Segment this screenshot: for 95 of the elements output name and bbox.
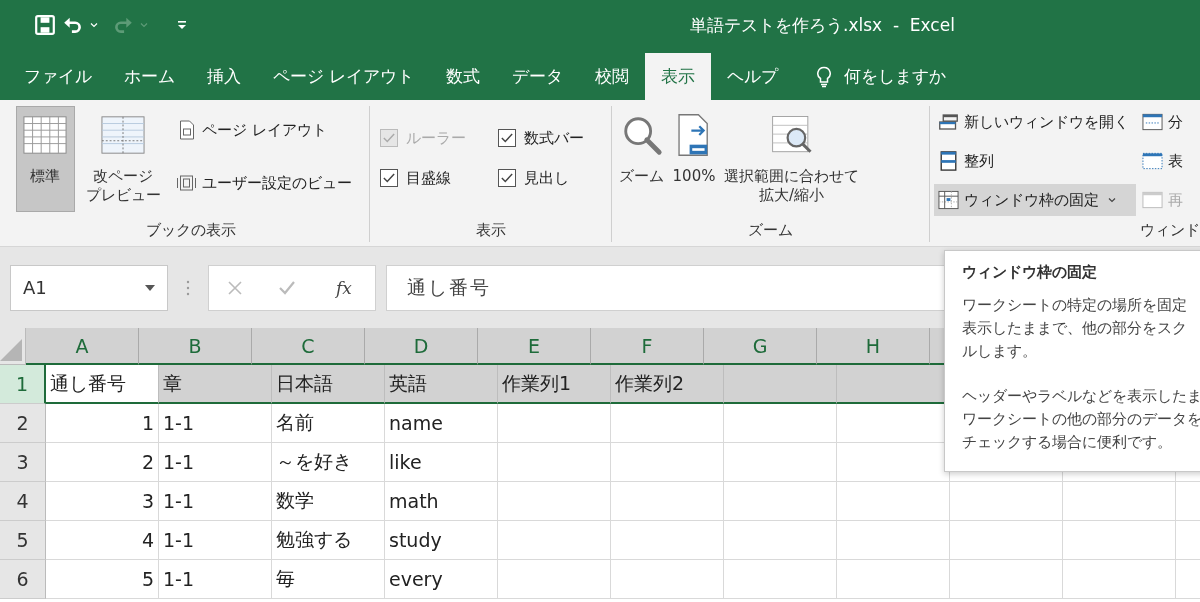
window-title: 単語テストを作ろう.xlsx - Excel <box>690 13 955 37</box>
column-header[interactable]: F <box>591 328 704 365</box>
checkbox-label[interactable]: 見出し <box>523 168 569 188</box>
window-icon <box>1142 112 1163 132</box>
tooltip-title: ウィンドウ枠の固定 <box>962 263 1098 282</box>
group-label: 表示 <box>474 221 507 241</box>
ribbon-command[interactable]: ウィンドウ枠の固定 <box>934 184 1136 216</box>
row-header[interactable]: 4 <box>0 482 46 521</box>
ribbon-tab[interactable]: データ <box>496 53 580 100</box>
table-cell: like <box>385 443 498 482</box>
row-header[interactable]: 5 <box>0 521 46 560</box>
table-cell: every <box>385 560 498 599</box>
checkbox[interactable] <box>497 129 516 147</box>
table-cell: 数学 <box>272 482 385 521</box>
column-header[interactable]: C <box>252 328 365 365</box>
group-label: ウィンド <box>1139 221 1200 241</box>
row-header[interactable]: 2 <box>0 404 46 443</box>
ribbon-tab[interactable]: ヘルプ <box>711 53 795 100</box>
table-cell: study <box>385 521 498 560</box>
table-cell: 名前 <box>272 404 385 443</box>
tooltip-text: ヘッダーやラベルなどを表示したま <box>962 387 1200 406</box>
view-button[interactable]: 100% <box>669 106 719 212</box>
table-cell: 毎 <box>272 560 385 599</box>
table-cell: 1-1 <box>159 560 272 599</box>
windows-icon <box>938 112 959 132</box>
column-header[interactable]: E <box>478 328 591 365</box>
column-header[interactable]: H <box>817 328 930 365</box>
column-header[interactable]: B <box>139 328 252 365</box>
ribbon-tab[interactable]: 表示 <box>645 53 712 100</box>
group-label: ズーム <box>747 221 794 241</box>
view-button[interactable]: 選択範囲に合わせて 拡大/縮小 <box>721 106 862 212</box>
ribbon-tab[interactable]: 挿入 <box>191 53 257 100</box>
ribbon-command[interactable]: 表 <box>1138 145 1200 177</box>
view-button[interactable]: 改ページ プレビュー <box>78 106 169 212</box>
tooltip-text: 表示したままで、他の部分をスク <box>962 319 1188 338</box>
table-cell: 1-1 <box>159 482 272 521</box>
grid-icon <box>938 190 959 210</box>
ribbon-command[interactable]: 分 <box>1138 106 1200 138</box>
column-header[interactable]: D <box>365 328 478 365</box>
tooltip-text: チェックする場合に便利です。 <box>962 433 1173 452</box>
checkbox-label[interactable]: 数式バー <box>523 128 584 148</box>
checkbox[interactable] <box>497 169 516 187</box>
table-cell: ～を好き <box>272 443 385 482</box>
ribbon-command[interactable]: ユーザー設定のビュー <box>172 167 365 199</box>
ribbon-tab[interactable]: ファイル <box>8 53 108 100</box>
tell-me-field[interactable]: 何をしますか <box>844 65 947 88</box>
table-cell: math <box>385 482 498 521</box>
name-box[interactable]: A1 <box>10 264 168 311</box>
table-cell: 1 <box>46 404 159 443</box>
table-cell: 章 <box>159 365 272 404</box>
customize-icon[interactable] <box>176 19 188 31</box>
page-grid-icon <box>101 113 146 157</box>
caret-icon <box>1108 197 1116 203</box>
table-cell: 3 <box>46 482 159 521</box>
table-cell: 日本語 <box>272 365 385 404</box>
table-cell: 2 <box>46 443 159 482</box>
row-header[interactable]: 1 <box>0 365 46 404</box>
checkbox-label[interactable]: 目盛線 <box>406 168 451 188</box>
ribbon-tab[interactable]: 校閲 <box>579 53 646 100</box>
table-cell: 勉強する <box>272 521 385 560</box>
checkbox[interactable] <box>380 169 398 187</box>
stacked-window-icon <box>938 151 959 171</box>
column-header[interactable]: A <box>26 328 139 365</box>
row-header[interactable]: 6 <box>0 560 46 599</box>
grip-icon <box>186 279 190 296</box>
ribbon-command[interactable]: 整列 <box>934 145 1136 177</box>
table-cell: 5 <box>46 560 159 599</box>
window-icon <box>1142 151 1163 171</box>
column-header[interactable]: G <box>704 328 817 365</box>
table-cell: 4 <box>46 521 159 560</box>
table-cell: 英語 <box>385 365 498 404</box>
save-icon[interactable] <box>34 14 56 36</box>
view-button[interactable]: 標準 <box>16 106 75 212</box>
table-cell: 1-1 <box>159 521 272 560</box>
ribbon-tab[interactable]: ホーム <box>108 53 191 100</box>
ribbon-command[interactable]: 新しいウィンドウを開く <box>934 106 1136 138</box>
view-button[interactable]: ズーム <box>616 106 667 212</box>
table-cell: name <box>385 404 498 443</box>
table-cell: 1-1 <box>159 443 272 482</box>
table-cell: 作業列2 <box>611 365 724 404</box>
tooltip-text: ワークシートの他の部分のデータを <box>962 410 1200 429</box>
group-label: ブックの表示 <box>144 221 237 241</box>
lightbulb-icon[interactable] <box>816 65 833 88</box>
ribbon-tab[interactable]: 数式 <box>430 53 497 100</box>
window-icon <box>1142 190 1163 210</box>
ribbon-command[interactable]: ページ レイアウト <box>172 114 365 146</box>
table-cell: 作業列1 <box>498 365 611 404</box>
tooltip-text: ルします。 <box>962 342 1038 361</box>
table-cell: 1-1 <box>159 404 272 443</box>
ribbon-tab[interactable]: ページ レイアウト <box>257 53 431 100</box>
frame-icon <box>176 173 198 193</box>
grid-icon <box>23 113 68 157</box>
insert-function-button[interactable]: fx <box>330 276 358 299</box>
row-header[interactable]: 3 <box>0 443 46 482</box>
table-cell: 通し番号 <box>46 365 159 404</box>
